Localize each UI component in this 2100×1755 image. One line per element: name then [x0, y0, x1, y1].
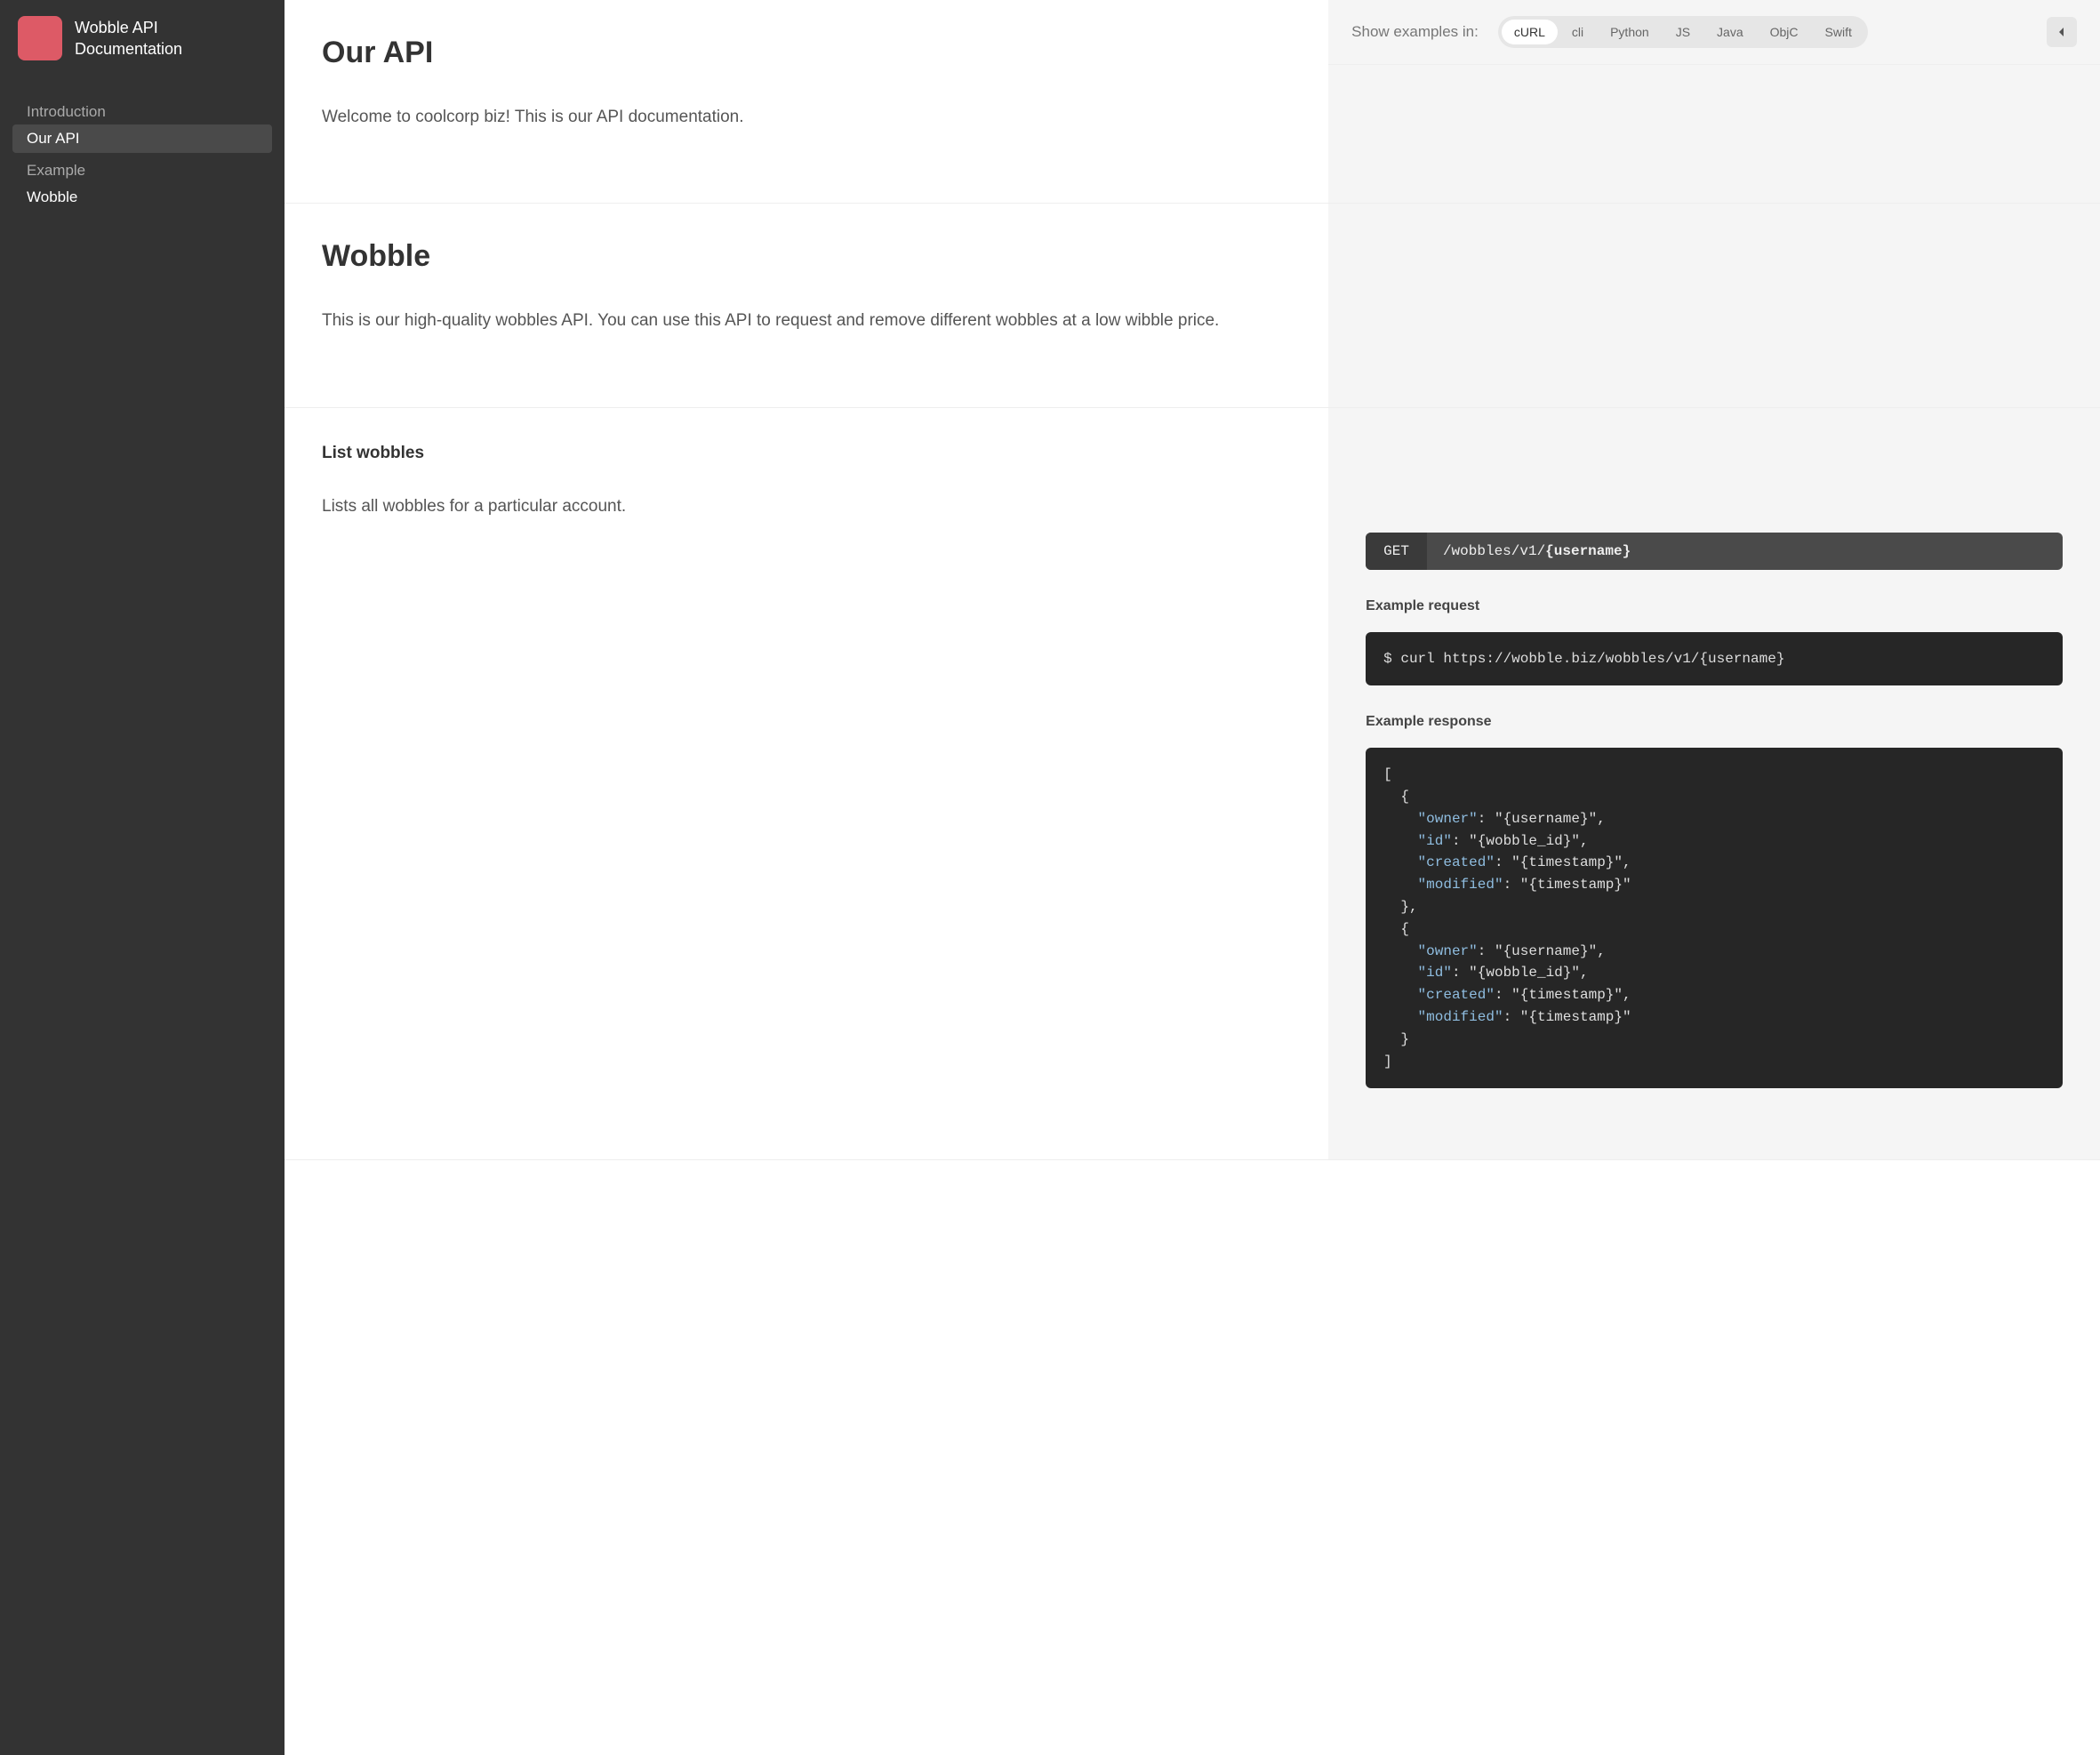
language-bar: Show examples in: cURLcliPythonJSJavaObj…: [1328, 0, 2100, 65]
main: Show examples in: cURLcliPythonJSJavaObj…: [285, 0, 2100, 1755]
section-content: Our API Welcome to coolcorp biz! This is…: [285, 0, 1328, 203]
section-heading: Wobble: [322, 239, 1291, 274]
language-pill[interactable]: cURL: [1502, 20, 1558, 44]
language-pill[interactable]: Java: [1704, 20, 1756, 44]
nav-item[interactable]: Wobble: [12, 183, 272, 212]
nav-section-label: Introduction: [0, 76, 285, 124]
language-pill[interactable]: JS: [1663, 20, 1703, 44]
sidebar-header: Wobble API Documentation: [0, 0, 285, 76]
chevron-left-icon: [2057, 28, 2066, 36]
api-path-prefix: /wobbles/v1/: [1443, 543, 1545, 559]
language-pill[interactable]: ObjC: [1758, 20, 1811, 44]
section-examples: GET /wobbles/v1/{username} Example reque…: [1328, 408, 2100, 1160]
nav-section-label: Example: [0, 153, 285, 183]
section-wobble: Wobble This is our high-quality wobbles …: [285, 204, 2100, 407]
example-response-code[interactable]: [ { "owner": "{username}", "id": "{wobbl…: [1366, 748, 2063, 1088]
language-pill[interactable]: cli: [1559, 20, 1596, 44]
logo-icon: [18, 16, 62, 60]
api-method: GET: [1366, 533, 1427, 570]
sidebar-nav: IntroductionOur APIExampleWobble: [0, 76, 285, 212]
nav-item[interactable]: Our API: [12, 124, 272, 153]
section-examples: [1328, 204, 2100, 406]
section-heading: List wobbles: [322, 444, 1291, 463]
section-body: This is our high-quality wobbles API. Yo…: [322, 306, 1291, 335]
section-body: Lists all wobbles for a particular accou…: [322, 492, 1291, 521]
example-response-heading: Example response: [1366, 714, 2063, 730]
language-pills: cURLcliPythonJSJavaObjCSwift: [1498, 16, 1868, 48]
section-list-wobbles: List wobbles Lists all wobbles for a par…: [285, 408, 2100, 1161]
language-pill[interactable]: Python: [1598, 20, 1662, 44]
collapse-button[interactable]: [2047, 17, 2077, 47]
sidebar: Wobble API Documentation IntroductionOur…: [0, 0, 285, 1755]
example-request-code[interactable]: $ curl https://wobble.biz/wobbles/v1/{us…: [1366, 632, 2063, 686]
section-heading: Our API: [322, 36, 1291, 70]
api-endpoint: GET /wobbles/v1/{username}: [1366, 533, 2063, 570]
section-content: List wobbles Lists all wobbles for a par…: [285, 408, 1328, 1160]
api-path-param: {username}: [1545, 543, 1631, 559]
section-content: Wobble This is our high-quality wobbles …: [285, 204, 1328, 406]
section-body: Welcome to coolcorp biz! This is our API…: [322, 102, 1291, 132]
language-bar-label: Show examples in:: [1351, 23, 1479, 41]
sidebar-title: Wobble API Documentation: [75, 17, 267, 60]
api-path: /wobbles/v1/{username}: [1427, 533, 1647, 570]
language-pill[interactable]: Swift: [1813, 20, 1864, 44]
example-request-heading: Example request: [1366, 598, 2063, 614]
